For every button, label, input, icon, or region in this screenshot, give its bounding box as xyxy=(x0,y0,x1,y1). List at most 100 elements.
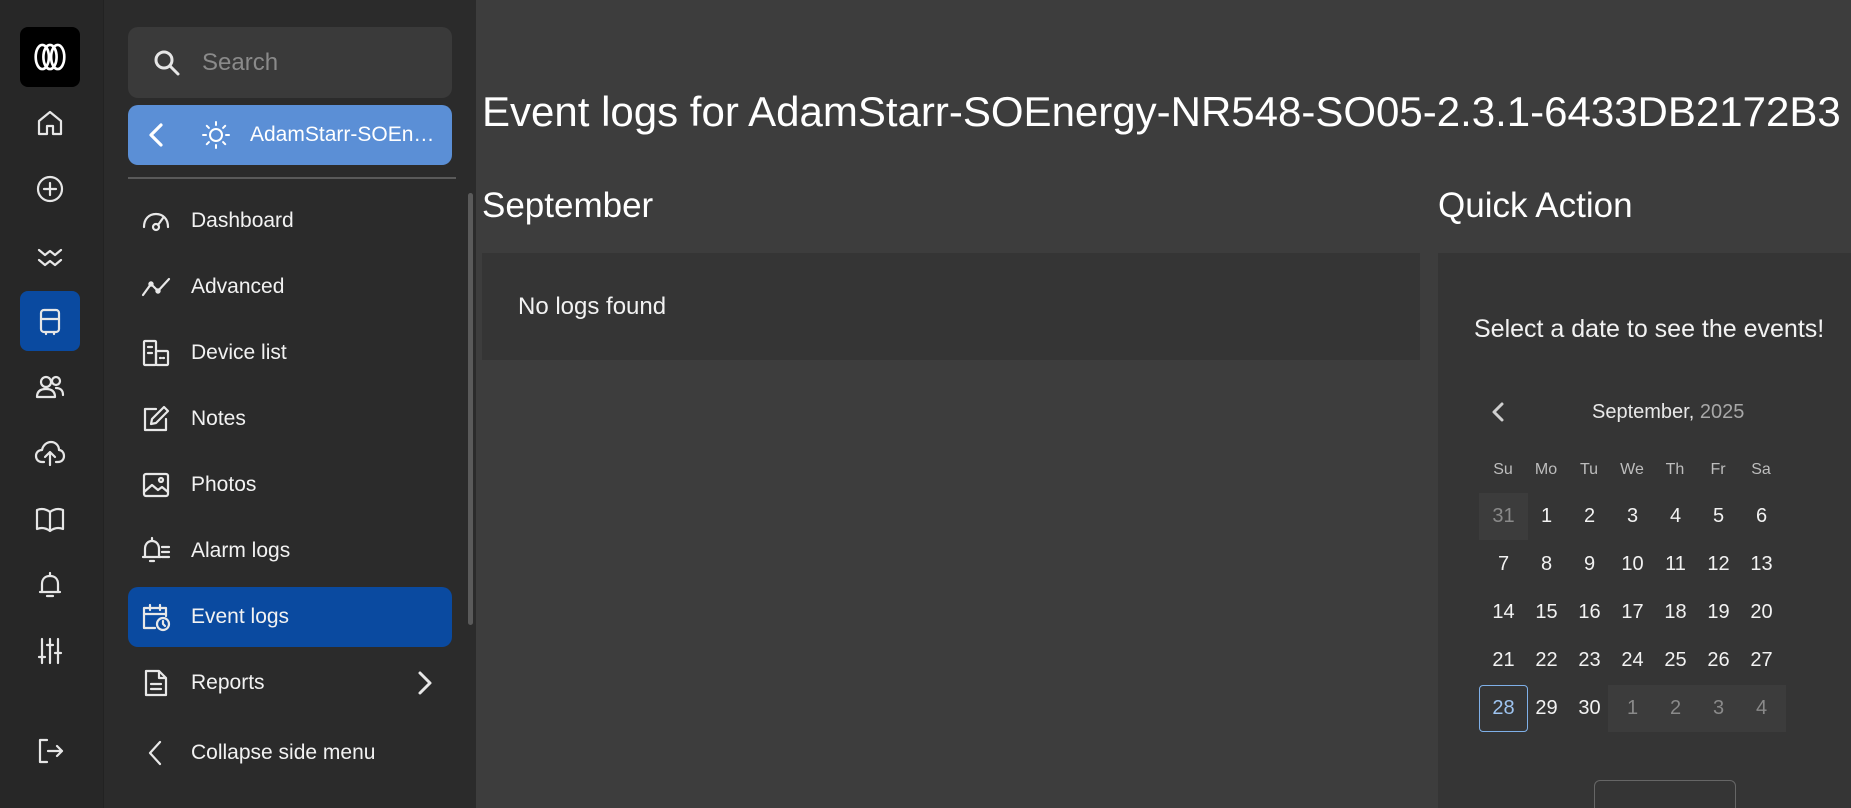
calendar-day[interactable]: 31 xyxy=(1479,493,1528,540)
calendar-day[interactable]: 9 xyxy=(1565,541,1614,588)
chevron-right-icon[interactable] xyxy=(410,669,438,697)
calendar-day[interactable]: 7 xyxy=(1479,541,1528,588)
site-selector[interactable]: AdamStarr-SOEnergy-NR548-SO05-2.3.1-6433… xyxy=(128,105,452,165)
sidebar-item-label: Notes xyxy=(191,407,246,430)
manual-book-icon xyxy=(35,507,65,533)
sidebar-item-label: Device list xyxy=(191,341,287,364)
sidebar-item-event-logs[interactable]: Event logs xyxy=(128,587,452,647)
calendar-day[interactable]: 5 xyxy=(1694,493,1743,540)
calendar-day[interactable]: 10 xyxy=(1608,541,1657,588)
calendar-day[interactable]: 24 xyxy=(1608,637,1657,684)
collapse-side-menu-button[interactable]: Collapse side menu xyxy=(128,723,452,783)
device-list-icon xyxy=(142,339,170,367)
weekday-label: Th xyxy=(1665,461,1685,478)
calendar-day[interactable]: 20 xyxy=(1737,589,1786,636)
sidebar-scrollbar[interactable] xyxy=(468,193,473,625)
calendar-day[interactable]: 2 xyxy=(1565,493,1614,540)
calendar-day[interactable]: 6 xyxy=(1737,493,1786,540)
quick-action-panel: Select a date to see the events! Septemb… xyxy=(1438,253,1851,808)
calendar-day[interactable]: 30 xyxy=(1565,685,1614,732)
sidebar-item-reports[interactable]: Reports xyxy=(128,653,452,713)
document-icon xyxy=(144,669,168,697)
calendar-month-label[interactable]: September, 2025 xyxy=(1592,401,1744,424)
today-button[interactable] xyxy=(1594,780,1736,808)
calendar-day[interactable]: 2 xyxy=(1651,685,1700,732)
sidebar-item-device-list[interactable]: Device list xyxy=(128,323,452,383)
victron-logo[interactable] xyxy=(20,27,80,87)
calendar-day[interactable]: 28 xyxy=(1479,685,1528,732)
calendar-clock-icon xyxy=(142,603,171,632)
calendar-day[interactable]: 13 xyxy=(1737,541,1786,588)
calendar-day[interactable]: 4 xyxy=(1737,685,1786,732)
calendar-year: 2025 xyxy=(1699,401,1745,423)
rail-logout-button[interactable] xyxy=(20,721,80,781)
calendar-day[interactable]: 14 xyxy=(1479,589,1528,636)
calendar-day[interactable]: 3 xyxy=(1694,685,1743,732)
main-content: Event logs for AdamStarr-SOEnergy-NR548-… xyxy=(476,0,1851,808)
calendar-header: September, 2025 xyxy=(1474,393,1851,433)
bell-icon xyxy=(38,571,62,598)
sidebar-item-label: Advanced xyxy=(191,275,285,298)
sidebar-item-label: Event logs xyxy=(191,605,290,628)
rail-add-button[interactable] xyxy=(20,159,80,219)
sidebar: Search AdamStarr-SOEnergy-NR548-SO05-2.3… xyxy=(104,0,476,808)
rail-users-button[interactable] xyxy=(20,357,80,417)
rail-home-button[interactable] xyxy=(20,93,80,153)
rail-settings-button[interactable] xyxy=(20,621,80,681)
sidebar-item-alarm-logs[interactable]: Alarm logs xyxy=(128,521,452,581)
calendar-month: September, xyxy=(1592,401,1695,423)
weekday-label: Fr xyxy=(1710,461,1726,478)
calendar-day[interactable]: 11 xyxy=(1651,541,1700,588)
calendar-day[interactable]: 4 xyxy=(1651,493,1700,540)
calendar-day[interactable]: 15 xyxy=(1522,589,1571,636)
search-placeholder[interactable]: Search xyxy=(202,49,278,77)
chevron-left-icon[interactable] xyxy=(1486,399,1512,425)
cloud-upload-icon xyxy=(34,440,66,467)
calendar-day[interactable]: 8 xyxy=(1522,541,1571,588)
calendar-day[interactable]: 17 xyxy=(1608,589,1657,636)
rail-installation-button[interactable] xyxy=(20,291,80,351)
rail-manual-button[interactable] xyxy=(20,489,80,549)
calendar-day[interactable]: 23 xyxy=(1565,637,1614,684)
chevron-left-icon[interactable] xyxy=(142,120,172,150)
calendar-day[interactable]: 3 xyxy=(1608,493,1657,540)
calendar-day[interactable]: 25 xyxy=(1651,637,1700,684)
calendar-day[interactable]: 22 xyxy=(1522,637,1571,684)
calendar-day[interactable]: 21 xyxy=(1479,637,1528,684)
users-icon xyxy=(35,375,65,399)
sidebar-item-advanced[interactable]: Advanced xyxy=(128,257,452,317)
calendar-day[interactable]: 12 xyxy=(1694,541,1743,588)
month-heading: September xyxy=(482,186,654,225)
weekday-label: Tu xyxy=(1579,461,1599,478)
rail-notifications-button[interactable] xyxy=(20,555,80,615)
site-name: AdamStarr-SOEnergy-NR548-SO05-2.3.1-6433… xyxy=(250,123,440,146)
trends-icon xyxy=(37,248,63,267)
sidebar-item-label: Photos xyxy=(191,473,257,496)
calendar-day[interactable]: 27 xyxy=(1737,637,1786,684)
rail-upload-button[interactable] xyxy=(20,423,80,483)
logs-panel: No logs found xyxy=(482,253,1420,360)
sun-icon xyxy=(202,121,230,149)
empty-state-message: No logs found xyxy=(518,292,667,320)
home-icon xyxy=(37,110,63,136)
calendar-day[interactable]: 1 xyxy=(1608,685,1657,732)
calendar-day[interactable]: 18 xyxy=(1651,589,1700,636)
sliders-icon xyxy=(37,637,63,665)
sidebar-item-photos[interactable]: Photos xyxy=(128,455,452,515)
sidebar-divider xyxy=(128,177,456,179)
page-title: Event logs for AdamStarr-SOEnergy-NR548-… xyxy=(482,88,1841,135)
sidebar-item-notes[interactable]: Notes xyxy=(128,389,452,449)
logout-icon xyxy=(38,738,64,764)
sidebar-item-label: Reports xyxy=(191,671,265,694)
rail-trends-button[interactable] xyxy=(20,225,80,285)
search-box[interactable]: Search xyxy=(128,27,452,98)
calendar-day[interactable]: 16 xyxy=(1565,589,1614,636)
sidebar-item-dashboard[interactable]: Dashboard xyxy=(128,191,452,251)
calendar-day[interactable]: 1 xyxy=(1522,493,1571,540)
collapse-label: Collapse side menu xyxy=(191,741,376,764)
gauge-icon xyxy=(142,212,170,232)
calendar-day[interactable]: 26 xyxy=(1694,637,1743,684)
calendar-day[interactable]: 29 xyxy=(1522,685,1571,732)
logo-icon xyxy=(34,43,66,71)
calendar-day[interactable]: 19 xyxy=(1694,589,1743,636)
